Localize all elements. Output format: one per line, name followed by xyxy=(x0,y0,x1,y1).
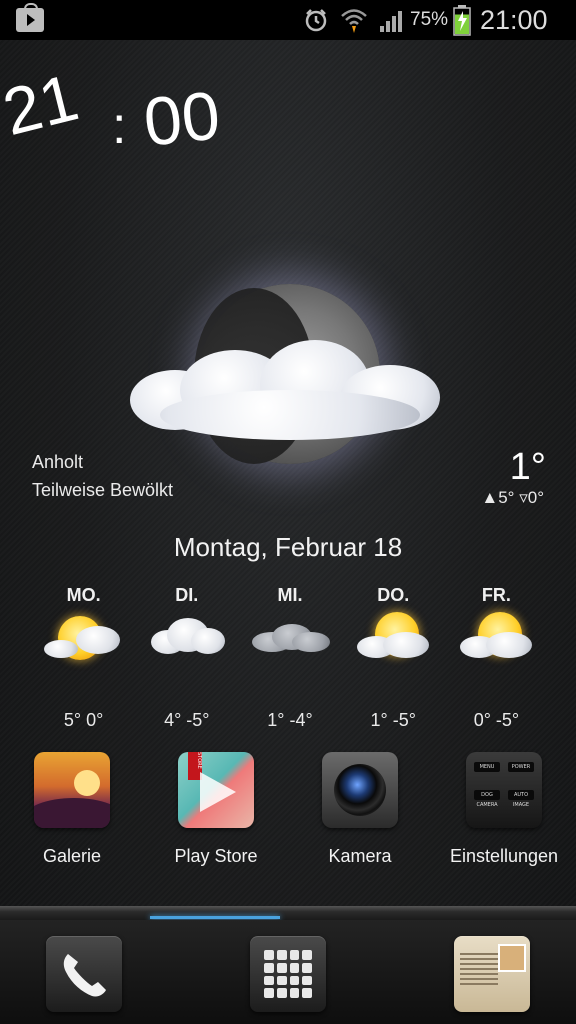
overcast-cloud-icon xyxy=(250,610,330,670)
cloud-icon xyxy=(120,330,450,450)
app-drawer-icon[interactable] xyxy=(250,936,326,1012)
alarm-icon xyxy=(302,0,330,40)
gallery-icon[interactable] xyxy=(34,752,110,828)
status-time: 21:00 xyxy=(480,4,548,35)
high-low-temperature: ▲5° ▿0° xyxy=(481,488,544,507)
status-bar[interactable]: 75% 21:00 xyxy=(0,0,576,40)
phone-icon[interactable] xyxy=(46,936,122,1012)
settings-key: DOG CAMERA xyxy=(474,790,500,808)
settings-key: MENU xyxy=(474,762,500,772)
app-label: Galerie xyxy=(42,846,102,866)
clock-minutes[interactable]: 00 xyxy=(140,76,223,161)
messaging-icon[interactable] xyxy=(454,936,530,1012)
forecast-day-name: MO. xyxy=(66,585,101,605)
signal-icon xyxy=(378,0,408,40)
sun-cloud-icon xyxy=(456,610,536,670)
page-indicator xyxy=(0,906,576,920)
forecast-day[interactable]: FR. 0° -5° xyxy=(445,584,548,730)
forecast-row[interactable]: MO. 5° 0° DI. 4° -5° MI. 1° -4° DO. 1° -… xyxy=(32,584,548,730)
settings-key: AUTO IMAGE xyxy=(508,790,534,808)
clock-hours[interactable]: 21 xyxy=(0,58,85,150)
app-shortcuts: Galerie STORE Play Store Kamera MENU POW… xyxy=(0,752,576,872)
app-label: Play Store xyxy=(174,846,258,866)
forecast-day-name: DO. xyxy=(377,585,410,605)
forecast-day[interactable]: MI. 1° -4° xyxy=(238,584,341,730)
wifi-icon xyxy=(340,0,368,40)
settings-key: POWER xyxy=(508,762,534,772)
forecast-temps: 0° -5° xyxy=(473,710,520,730)
clock-separator: : xyxy=(112,97,127,155)
weather-date: Montag, Februar 18 xyxy=(173,532,403,562)
current-temperature: 1° xyxy=(509,446,546,488)
play-store-app[interactable]: STORE Play Store xyxy=(144,752,288,867)
forecast-temps: 5° 0° xyxy=(63,710,104,730)
app-label: Kamera xyxy=(328,846,392,866)
sun-cloud-icon xyxy=(43,610,124,670)
forecast-day-name: DI. xyxy=(175,585,199,605)
app-label: Einstellungen xyxy=(449,846,559,866)
play-store-notification-icon[interactable] xyxy=(16,0,44,40)
weather-condition: Teilweise Bewölkt xyxy=(32,480,174,500)
battery-charging-icon xyxy=(452,0,472,40)
play-store-icon[interactable]: STORE xyxy=(178,752,254,828)
forecast-temps: 1° -4° xyxy=(267,710,313,730)
settings-icon[interactable]: MENU POWER DOG CAMERA AUTO IMAGE xyxy=(466,752,542,828)
sun-cloud-icon xyxy=(353,610,433,670)
forecast-day-name: FR. xyxy=(481,585,511,605)
forecast-day[interactable]: DO. 1° -5° xyxy=(342,584,445,730)
forecast-day-name: MI. xyxy=(277,585,303,605)
dock xyxy=(0,920,576,1024)
forecast-day[interactable]: MO. 5° 0° xyxy=(32,584,135,730)
gallery-app[interactable]: Galerie xyxy=(0,752,144,867)
forecast-temps: 1° -5° xyxy=(370,710,416,730)
battery-percent: 75% xyxy=(410,9,449,30)
cloud-icon xyxy=(147,610,227,670)
camera-icon[interactable] xyxy=(322,752,398,828)
weather-location: Anholt xyxy=(32,452,84,472)
settings-app[interactable]: MENU POWER DOG CAMERA AUTO IMAGE Einstel… xyxy=(432,752,576,867)
forecast-temps: 4° -5° xyxy=(164,710,210,730)
forecast-day[interactable]: DI. 4° -5° xyxy=(135,584,238,730)
camera-app[interactable]: Kamera xyxy=(288,752,432,867)
